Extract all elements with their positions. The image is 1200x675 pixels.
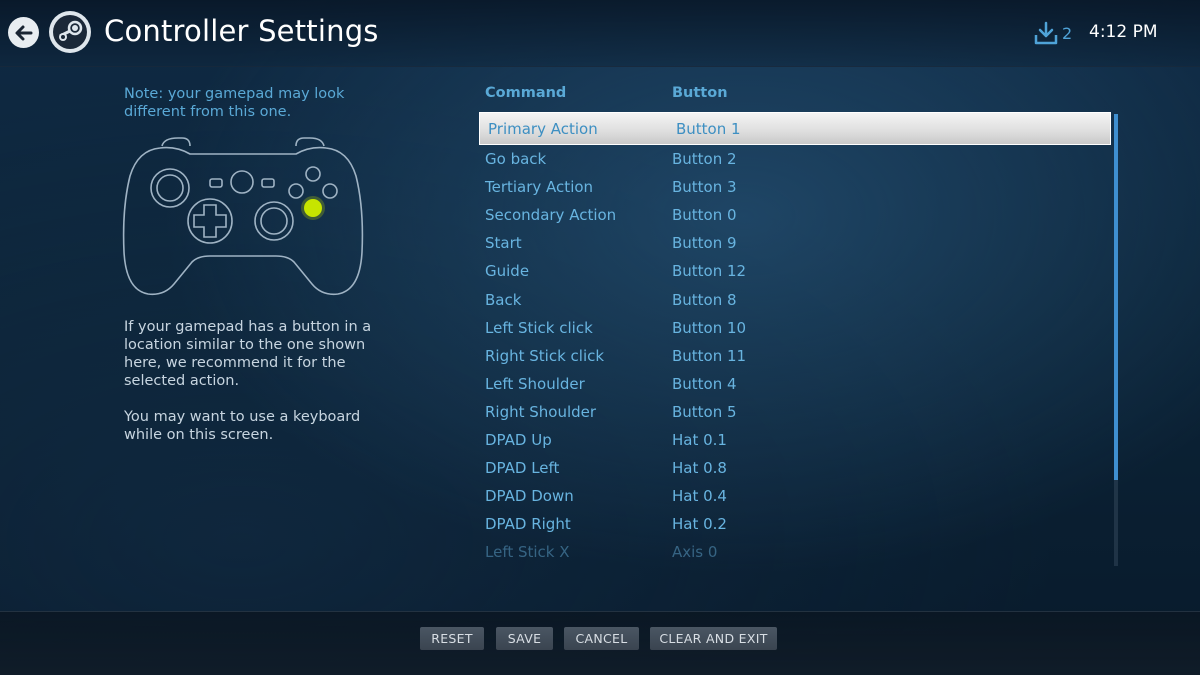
binding-row[interactable]: Guide Button 12: [479, 257, 1111, 285]
button-mapping: Hat 0.2: [672, 515, 727, 534]
command-label: Right Stick click: [485, 346, 605, 365]
back-arrow-icon: [15, 25, 32, 40]
scrollbar-thumb[interactable]: [1114, 114, 1118, 480]
button-mapping: Hat 0.8: [672, 459, 727, 478]
command-label: Go back: [485, 150, 547, 169]
button-mapping: Button 8: [672, 290, 737, 309]
gamepad-note: Note: your gamepad may look different fr…: [124, 86, 345, 120]
downloads-indicator[interactable]: 2: [1033, 20, 1072, 46]
command-label: Start: [485, 234, 522, 253]
binding-row[interactable]: Right Shoulder Button 5: [479, 398, 1111, 426]
command-label: DPAD Up: [485, 430, 552, 449]
binding-row[interactable]: Left Shoulder Button 4: [479, 370, 1111, 398]
clear-and-exit-button[interactable]: CLEAR AND EXIT: [650, 627, 777, 650]
binding-row[interactable]: DPAD Up Hat 0.1: [479, 426, 1111, 454]
command-label: Tertiary Action: [485, 178, 594, 197]
command-label: Left Shoulder: [485, 374, 585, 393]
binding-row[interactable]: Back Button 8: [479, 285, 1111, 313]
binding-row[interactable]: Tertiary Action Button 3: [479, 173, 1111, 201]
button-mapping: Button 11: [672, 346, 747, 365]
command-label: DPAD Right: [485, 515, 571, 534]
binding-row[interactable]: Primary Action Button 1: [479, 112, 1111, 145]
column-header-command: Command: [485, 85, 567, 101]
command-label: DPAD Left: [485, 459, 560, 478]
button-mapping: Hat 0.1: [672, 430, 727, 449]
button-mapping: Button 2: [672, 150, 737, 169]
help-text-location: If your gamepad has a button in a locati…: [124, 319, 372, 389]
binding-row[interactable]: Left Stick X Axis 0: [479, 538, 1111, 564]
clock: 4:12 PM: [1089, 22, 1158, 42]
button-mapping: Button 4: [672, 374, 737, 393]
bindings-table: Primary Action Button 1 Go back Button 2 Ter…: [479, 112, 1111, 564]
reset-button[interactable]: RESET: [420, 627, 484, 650]
binding-row[interactable]: DPAD Down Hat 0.4: [479, 482, 1111, 510]
button-mapping: Button 0: [672, 206, 737, 225]
download-icon: [1034, 21, 1058, 45]
page-title: Controller Settings: [104, 14, 379, 48]
downloads-count: 2: [1062, 23, 1073, 43]
button-mapping: Button 1: [676, 119, 741, 138]
button-mapping: Axis 0: [672, 543, 718, 562]
command-label: Guide: [485, 262, 530, 281]
steam-logo: [49, 11, 91, 53]
command-label: Right Shoulder: [485, 402, 597, 421]
button-mapping: Button 10: [672, 318, 747, 337]
command-label: Left Stick X: [485, 543, 570, 562]
command-label: DPAD Down: [485, 487, 574, 506]
binding-row[interactable]: Start Button 9: [479, 229, 1111, 257]
button-mapping: Button 3: [672, 178, 737, 197]
save-button[interactable]: SAVE: [496, 627, 553, 650]
button-mapping: Button 12: [672, 262, 747, 281]
command-label: Back: [485, 290, 522, 309]
command-label: Secondary Action: [485, 206, 617, 225]
help-text-keyboard: You may want to use a keyboard while on …: [124, 409, 361, 443]
button-mapping: Button 9: [672, 234, 737, 253]
binding-row[interactable]: Go back Button 2: [479, 145, 1111, 173]
binding-row[interactable]: DPAD Right Hat 0.2: [479, 510, 1111, 538]
back-button[interactable]: [8, 17, 39, 48]
button-mapping: Button 5: [672, 402, 737, 421]
button-mapping: Hat 0.4: [672, 487, 727, 506]
binding-row[interactable]: DPAD Left Hat 0.8: [479, 454, 1111, 482]
binding-row[interactable]: Secondary Action Button 0: [479, 201, 1111, 229]
column-header-button: Button: [672, 85, 728, 101]
binding-row[interactable]: Right Stick click Button 11: [479, 342, 1111, 370]
steam-logo-icon: [53, 15, 87, 49]
cancel-button[interactable]: CANCEL: [564, 627, 639, 650]
command-label: Left Stick click: [485, 318, 593, 337]
command-label: Primary Action: [488, 119, 598, 138]
gamepad-diagram: [122, 137, 364, 296]
binding-row[interactable]: Left Stick click Button 10: [479, 314, 1111, 342]
